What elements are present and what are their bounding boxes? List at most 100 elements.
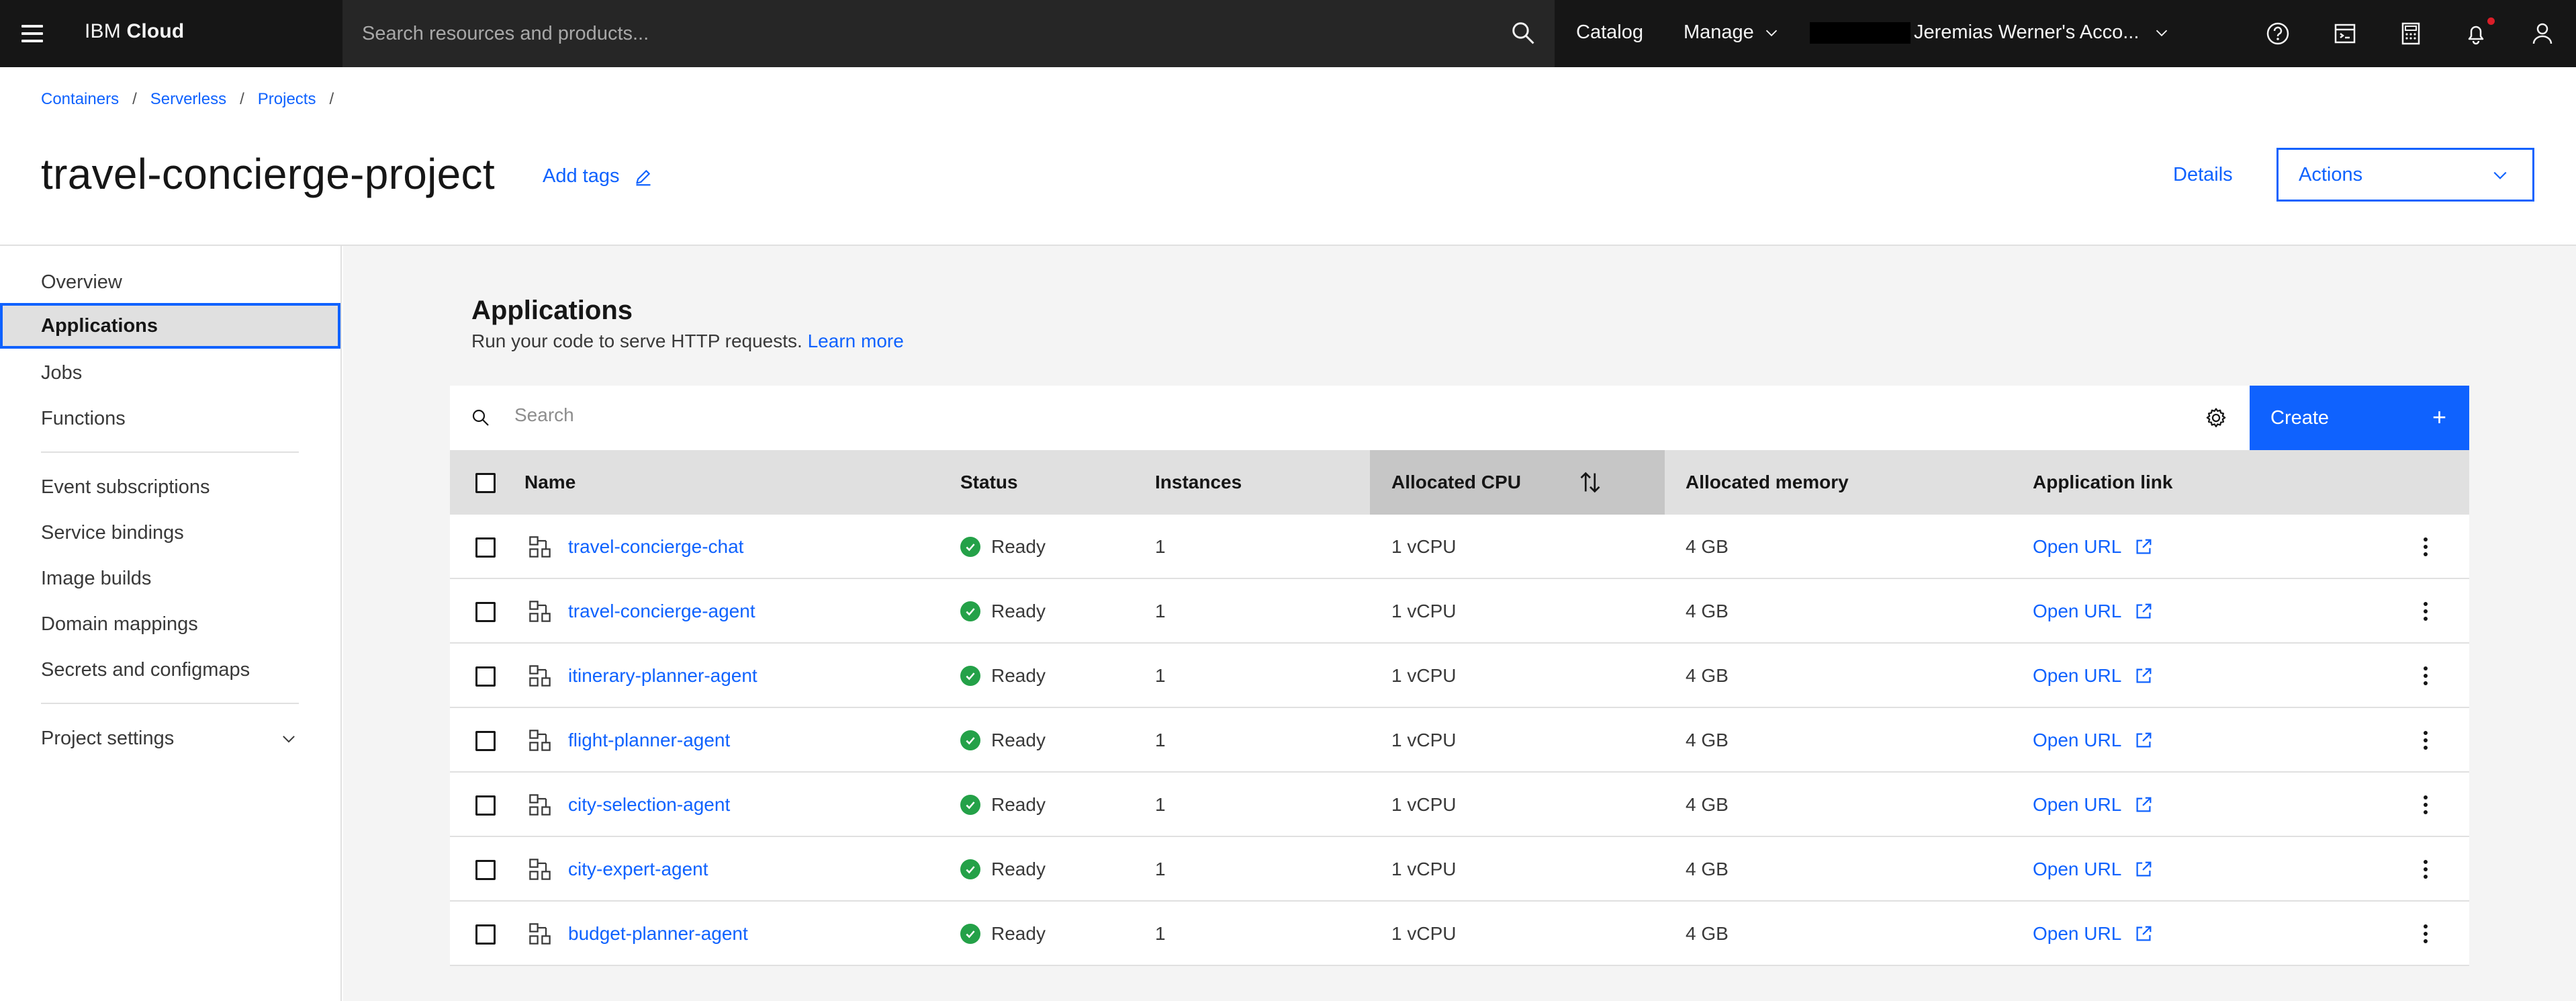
overflow-menu-icon[interactable]	[2413, 922, 2438, 946]
account-switcher[interactable]: Jeremias Werner's Acco...	[1914, 21, 2170, 44]
overflow-menu-icon[interactable]	[2413, 728, 2438, 752]
memory-cell: 4 GB	[1686, 601, 1729, 621]
row-checkbox[interactable]	[475, 795, 496, 816]
add-tags-label: Add tags	[543, 165, 620, 187]
status-badge: Ready	[991, 859, 1046, 879]
settings-icon[interactable]	[2204, 406, 2228, 430]
catalog-link[interactable]: Catalog	[1576, 21, 1643, 44]
overflow-menu-icon[interactable]	[2413, 599, 2438, 623]
breadcrumb-separator: /	[132, 90, 137, 108]
table-search-input[interactable]	[514, 404, 2126, 426]
column-header-status[interactable]: Status	[960, 450, 1018, 515]
calculator-icon[interactable]	[2396, 19, 2426, 48]
launch-icon	[2136, 668, 2152, 683]
overflow-menu-icon[interactable]	[2413, 793, 2438, 817]
user-icon[interactable]	[2528, 19, 2557, 48]
column-header-allocated-cpu[interactable]: Allocated CPU	[1370, 450, 1665, 515]
sidebar-item-jobs[interactable]: Jobs	[0, 350, 340, 396]
checkmark-icon	[960, 666, 980, 686]
learn-more-link[interactable]: Learn more	[808, 331, 904, 351]
create-button[interactable]: Create +	[2250, 386, 2469, 450]
select-all-checkbox[interactable]	[475, 473, 496, 493]
application-icon	[529, 536, 551, 558]
ibm-cloud-logo[interactable]: IBM Cloud	[85, 20, 184, 43]
open-url-link[interactable]: Open URL	[2033, 773, 2154, 837]
open-url-link[interactable]: Open URL	[2033, 837, 2154, 902]
actions-dropdown[interactable]: Actions	[2276, 148, 2534, 202]
row-checkbox[interactable]	[475, 860, 496, 880]
cpu-cell: 1 vCPU	[1391, 601, 1457, 621]
status-badge: Ready	[991, 923, 1046, 944]
chevron-down-icon	[283, 736, 295, 743]
menu-icon[interactable]	[16, 17, 48, 50]
application-icon	[529, 601, 551, 622]
row-checkbox[interactable]	[475, 602, 496, 622]
sidebar-item-service-bindings[interactable]: Service bindings	[0, 510, 340, 556]
details-link[interactable]: Details	[2173, 164, 2233, 186]
instances-cell: 1	[1155, 859, 1166, 879]
open-url-link[interactable]: Open URL	[2033, 708, 2154, 773]
application-name-link[interactable]: city-selection-agent	[568, 773, 730, 837]
search-icon[interactable]	[1510, 20, 1536, 46]
sidebar-item-event-subscriptions[interactable]: Event subscriptions	[0, 464, 340, 510]
launch-icon	[2136, 732, 2152, 748]
open-url-label: Open URL	[2033, 601, 2122, 621]
brand-bold: Cloud	[126, 20, 185, 42]
open-url-link[interactable]: Open URL	[2033, 902, 2154, 966]
column-header-instances[interactable]: Instances	[1155, 450, 1242, 515]
open-url-link[interactable]: Open URL	[2033, 579, 2154, 644]
application-name-link[interactable]: travel-concierge-chat	[568, 515, 743, 579]
launch-icon	[2136, 539, 2152, 554]
column-header-name[interactable]: Name	[524, 450, 576, 515]
help-icon[interactable]	[2263, 19, 2293, 48]
row-checkbox[interactable]	[475, 731, 496, 751]
application-name-link[interactable]: itinerary-planner-agent	[568, 644, 757, 708]
row-checkbox[interactable]	[475, 666, 496, 687]
sidebar-item-image-builds[interactable]: Image builds	[0, 556, 340, 601]
application-name-link[interactable]: travel-concierge-agent	[568, 579, 755, 644]
sidebar-item-project-settings[interactable]: Project settings	[0, 715, 340, 761]
status-badge: Ready	[991, 794, 1046, 815]
breadcrumb-containers[interactable]: Containers	[41, 90, 119, 109]
checkmark-icon	[960, 859, 980, 879]
sidebar-item-overview[interactable]: Overview	[0, 259, 340, 305]
notification-icon[interactable]	[2461, 19, 2491, 48]
sidebar-item-applications[interactable]: Applications	[0, 303, 340, 349]
breadcrumb-projects[interactable]: Projects	[258, 90, 316, 109]
manage-menu[interactable]: Manage	[1684, 21, 1780, 44]
breadcrumb-serverless[interactable]: Serverless	[150, 90, 226, 109]
table-row: flight-planner-agent Ready 1 1 vCPU 4 GB…	[450, 708, 2469, 773]
overflow-menu-icon[interactable]	[2413, 664, 2438, 688]
table-row: travel-concierge-chat Ready 1 1 vCPU 4 G…	[450, 515, 2469, 579]
application-name-link[interactable]: budget-planner-agent	[568, 902, 748, 966]
cost-estimator-icon[interactable]	[2330, 19, 2360, 48]
section-title: Applications	[471, 296, 633, 325]
sidebar-item-secrets-configmaps[interactable]: Secrets and configmaps	[0, 647, 340, 693]
launch-icon	[2136, 926, 2152, 941]
global-search-input[interactable]	[362, 22, 1436, 45]
row-checkbox[interactable]	[475, 924, 496, 945]
launch-icon	[2136, 797, 2152, 812]
sidebar-item-functions[interactable]: Functions	[0, 396, 340, 441]
chevron-down-icon	[1765, 30, 1777, 36]
add-tags-button[interactable]: Add tags	[543, 165, 653, 187]
row-checkbox[interactable]	[475, 537, 496, 558]
application-name-link[interactable]: city-expert-agent	[568, 837, 708, 902]
account-redacted	[1810, 22, 1911, 44]
checkmark-icon	[960, 924, 980, 944]
table-row: budget-planner-agent Ready 1 1 vCPU 4 GB…	[450, 902, 2469, 966]
open-url-link[interactable]: Open URL	[2033, 515, 2154, 579]
cpu-cell: 1 vCPU	[1391, 536, 1457, 557]
sort-icon	[1580, 472, 1600, 493]
column-header-allocated-memory[interactable]: Allocated memory	[1686, 450, 1849, 515]
section-description: Run your code to serve HTTP requests. Le…	[471, 331, 904, 352]
overflow-menu-icon[interactable]	[2413, 535, 2438, 559]
application-name-link[interactable]: flight-planner-agent	[568, 708, 730, 773]
add-icon: +	[2432, 403, 2446, 431]
open-url-link[interactable]: Open URL	[2033, 644, 2154, 708]
sidebar-item-domain-mappings[interactable]: Domain mappings	[0, 601, 340, 647]
overflow-menu-icon[interactable]	[2413, 857, 2438, 881]
column-header-application-link[interactable]: Application link	[2033, 450, 2172, 515]
open-url-label: Open URL	[2033, 794, 2122, 815]
top-header: IBM Cloud Catalog Manage Jeremias Werner…	[0, 0, 2576, 67]
